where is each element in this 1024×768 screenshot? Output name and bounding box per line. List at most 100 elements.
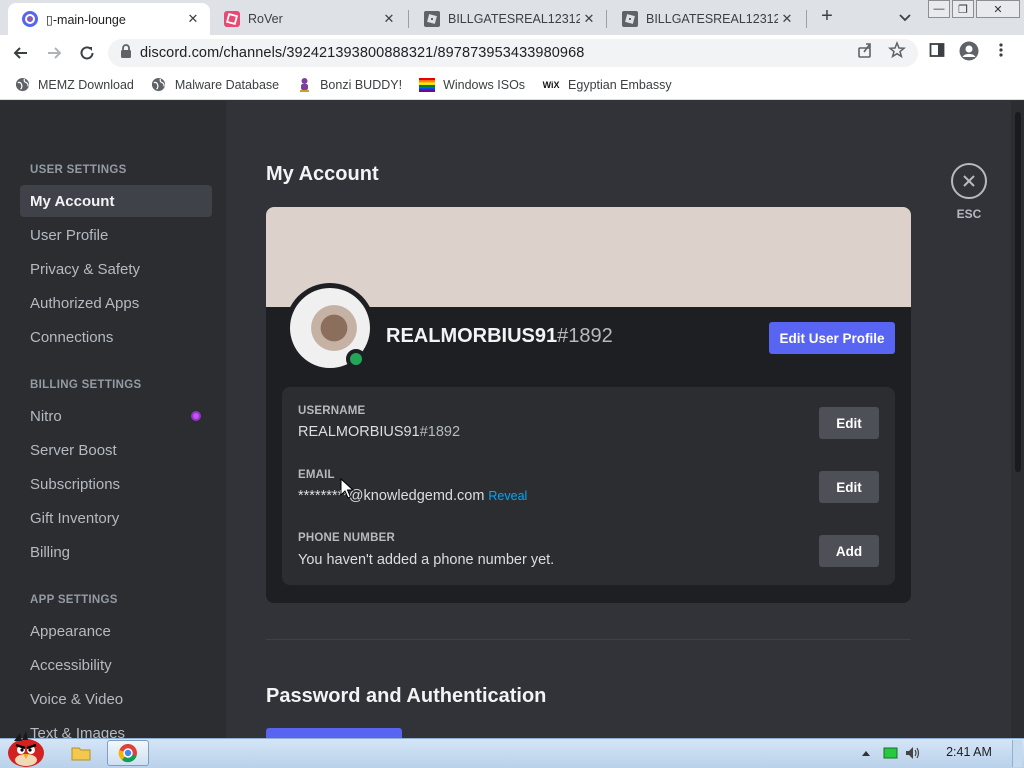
sidebar-item-nitro[interactable]: Nitro — [20, 400, 212, 432]
profile-banner — [266, 207, 911, 307]
sidebar-item-user-profile[interactable]: User Profile — [20, 219, 212, 251]
account-fields: USERNAME REALMORBIUS91#1892 Edit EMAIL *… — [282, 387, 895, 585]
back-arrow-icon[interactable] — [10, 42, 32, 64]
bookmark-bonzi[interactable]: Bonzi BUDDY! — [296, 77, 402, 93]
bookmark-label: Bonzi BUDDY! — [320, 77, 403, 92]
tab-separator — [408, 10, 409, 28]
bookmark-label: Windows ISOs — [443, 77, 526, 92]
taskbar-clock[interactable]: 2:41 AM — [934, 745, 1004, 759]
username-label: USERNAME — [298, 405, 366, 417]
close-settings[interactable]: ESC — [951, 163, 987, 221]
roblox-icon — [424, 11, 440, 27]
bookmarks-bar: MEMZ Download Malware Database Bonzi BUD… — [0, 70, 1024, 100]
show-desktop-button[interactable] — [1012, 740, 1022, 767]
close-icon[interactable] — [951, 163, 987, 199]
change-password-button[interactable] — [266, 728, 402, 738]
close-tab-icon[interactable]: ✕ — [380, 10, 398, 28]
browser-toolbar: discord.com/channels/392421393800888321/… — [0, 35, 1024, 70]
bookmark-windows-isos[interactable]: Windows ISOs — [419, 77, 525, 93]
edit-username-button[interactable]: Edit — [819, 407, 879, 439]
settings-content: My Account ESC REALMORBIUS91#1892 Edit U… — [226, 101, 1011, 738]
rainbow-flag-icon — [419, 77, 436, 93]
close-tab-icon[interactable]: ✕ — [580, 10, 598, 28]
phone-value: You haven't added a phone number yet. — [298, 552, 555, 568]
section-header-app-settings: APP SETTINGS — [30, 594, 118, 606]
tab-search-chevron-icon[interactable] — [896, 8, 914, 26]
tab-main-lounge[interactable]: ▯-main-lounge ✕ — [8, 3, 210, 35]
file-explorer-folder-icon[interactable] — [68, 742, 94, 764]
section-divider — [266, 639, 911, 640]
close-window-icon[interactable]: ✕ — [976, 0, 1020, 18]
sidebar-item-billing[interactable]: Billing — [20, 536, 212, 568]
bookmark-label: Egyptian Embassy — [568, 77, 672, 92]
tab-separator — [606, 10, 607, 28]
tab-strip: ▯-main-lounge ✕ RoVer ✕ BILLGATESREAL123… — [0, 0, 1024, 35]
tab-rover[interactable]: RoVer ✕ — [210, 3, 406, 35]
taskbar-chrome-button[interactable] — [107, 740, 149, 766]
sidebar-item-my-account[interactable]: My Account — [20, 185, 212, 217]
edit-user-profile-button[interactable]: Edit User Profile — [769, 322, 895, 354]
speaker-volume-icon[interactable] — [904, 745, 922, 761]
password-auth-heading: Password and Authentication — [266, 685, 547, 707]
esc-label: ESC — [956, 207, 982, 221]
url-text: discord.com/channels/392421393800888321/… — [140, 45, 585, 61]
new-tab-plus-icon[interactable]: + — [816, 6, 838, 28]
restore-window-icon[interactable]: ❐ — [952, 0, 974, 18]
minimize-window-icon[interactable]: — — [928, 0, 950, 18]
tab-title: BILLGATESREAL12312312312 — [448, 12, 580, 26]
page-title: My Account — [266, 163, 379, 185]
username-text: REALMORBIUS91 — [386, 325, 558, 347]
section-header-billing-settings: BILLING SETTINGS — [30, 379, 142, 391]
sidebar-item-label: Nitro — [30, 407, 62, 425]
forward-arrow-icon[interactable] — [43, 42, 65, 64]
reload-icon[interactable] — [76, 42, 98, 64]
mouse-cursor-icon — [340, 477, 355, 505]
close-tab-icon[interactable]: ✕ — [184, 10, 202, 28]
phone-label: PHONE NUMBER — [298, 532, 395, 544]
sidebar-item-server-boost[interactable]: Server Boost — [20, 434, 212, 466]
share-icon[interactable] — [856, 41, 874, 64]
wix-icon: WiX — [542, 79, 560, 90]
globe-icon — [14, 77, 30, 93]
rover-icon — [224, 11, 240, 27]
online-status-icon — [346, 349, 366, 369]
discriminator-text: #1892 — [419, 424, 461, 440]
add-phone-button[interactable]: Add — [819, 535, 879, 567]
sidebar-item-subscriptions[interactable]: Subscriptions — [20, 468, 212, 500]
profile-avatar-icon[interactable] — [959, 41, 979, 66]
tab-title: ▯-main-lounge — [46, 12, 126, 27]
address-bar[interactable]: discord.com/channels/392421393800888321/… — [108, 39, 918, 67]
bookmark-memz[interactable]: MEMZ Download — [14, 77, 134, 93]
close-tab-icon[interactable]: ✕ — [778, 10, 796, 28]
nitro-badge-icon — [191, 411, 201, 421]
sidebar-item-privacy-safety[interactable]: Privacy & Safety — [20, 253, 212, 285]
sidebar-item-authorized-apps[interactable]: Authorized Apps — [20, 287, 212, 319]
discriminator-text: #1892 — [557, 325, 613, 347]
start-button-angry-bird-icon[interactable] — [2, 731, 50, 768]
side-panel-icon[interactable] — [928, 41, 946, 64]
tab-billgates-2[interactable]: BILLGATESREAL12312312312 ✕ — [608, 3, 804, 35]
username-text: REALMORBIUS91 — [298, 424, 420, 440]
discord-icon — [22, 11, 38, 27]
scrollbar-thumb[interactable] — [1015, 112, 1021, 472]
sidebar-item-accessibility[interactable]: Accessibility — [20, 649, 212, 681]
bookmark-malware-db[interactable]: Malware Database — [151, 77, 279, 93]
battery-icon[interactable] — [882, 745, 900, 761]
globe-icon — [151, 77, 167, 93]
reveal-email-link[interactable]: Reveal — [488, 489, 527, 503]
show-hidden-icons-icon[interactable] — [860, 745, 872, 761]
kebab-menu-icon[interactable] — [996, 41, 1006, 64]
sidebar-item-connections[interactable]: Connections — [20, 321, 212, 353]
sidebar-item-gift-inventory[interactable]: Gift Inventory — [20, 502, 212, 534]
profile-display-name: REALMORBIUS91#1892 — [386, 325, 613, 348]
bookmark-egyptian-embassy[interactable]: WiX Egyptian Embassy — [542, 77, 672, 93]
tab-billgates-1[interactable]: BILLGATESREAL12312312312 ✕ — [410, 3, 606, 35]
edit-email-button[interactable]: Edit — [819, 471, 879, 503]
bonzi-icon — [296, 77, 312, 93]
sidebar-item-voice-video[interactable]: Voice & Video — [20, 683, 212, 715]
lock-icon[interactable] — [120, 43, 132, 63]
username-value: REALMORBIUS91#1892 — [298, 424, 460, 440]
email-value: *********@knowledgemd.com Reveal — [298, 488, 527, 504]
sidebar-item-appearance[interactable]: Appearance — [20, 615, 212, 647]
bookmark-star-icon[interactable] — [888, 40, 906, 64]
